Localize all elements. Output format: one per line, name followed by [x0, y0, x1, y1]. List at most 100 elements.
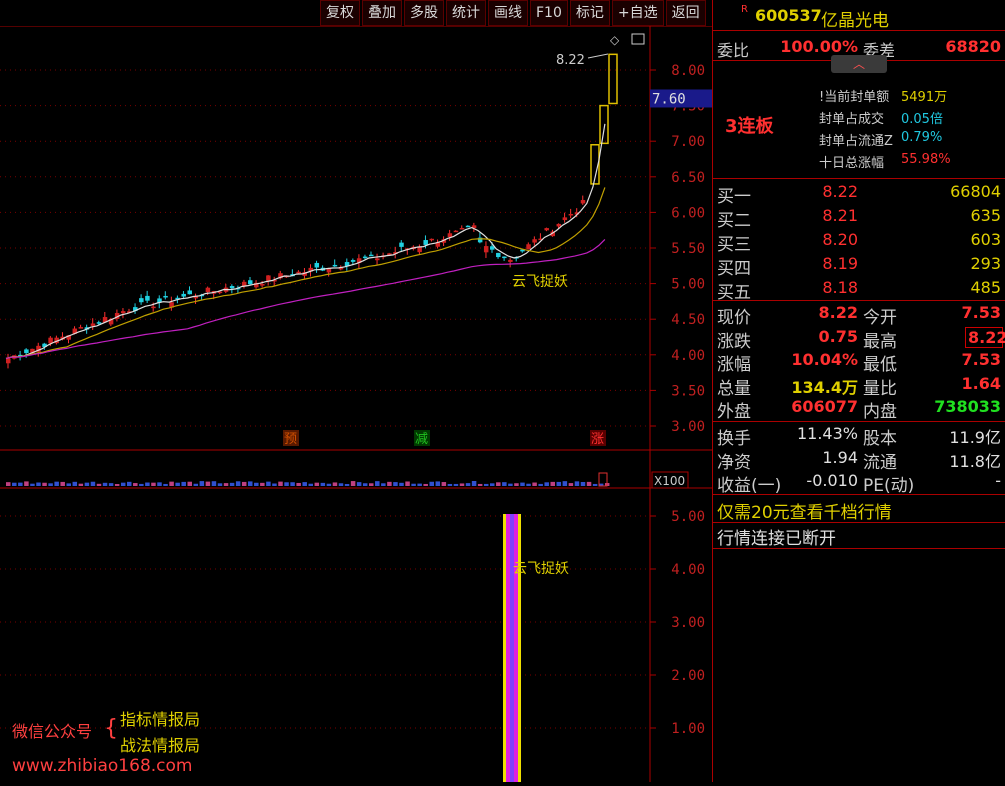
bid-label: 买一 [717, 187, 751, 207]
kline-svg[interactable]: 8.007.507.006.506.005.505.004.504.003.50… [0, 25, 712, 782]
seal-label: 封单占流通Z [819, 134, 893, 149]
candle-body [362, 256, 368, 259]
seal-value: 5491万 [901, 90, 948, 105]
price-axis-label: 8.00 [671, 63, 705, 79]
volume-bar [205, 481, 211, 486]
volume-bar [399, 482, 404, 486]
ma-line-short [5, 123, 606, 359]
candle-body [483, 246, 489, 253]
connection-status: 行情连接已断开 [717, 529, 836, 549]
toolbar-button-6[interactable]: 标记 [569, 0, 610, 26]
candle-body [423, 240, 428, 245]
candle-body [6, 358, 11, 364]
high-annotation: 8.22 [556, 53, 585, 68]
volume-bar [417, 483, 422, 486]
event-marker: 涨 [591, 432, 604, 447]
candle-body [496, 252, 501, 258]
volume-bar [387, 481, 392, 486]
volume-bar [332, 482, 338, 486]
candle-body [502, 256, 507, 259]
volume-bar [308, 483, 313, 486]
candle-body [248, 280, 253, 285]
volume-bar [514, 483, 519, 486]
quote-label: 涨幅 [717, 355, 751, 375]
bid-volume: 635 [970, 206, 1001, 225]
volume-bar [30, 483, 35, 486]
toolbar-button-5[interactable]: F10 [530, 0, 568, 26]
price-axis-label: 3.00 [671, 419, 705, 435]
bid-volume: 603 [970, 230, 1001, 249]
volume-bar [520, 482, 525, 486]
volume-bar [272, 483, 277, 486]
diamond-icon: ◇ [610, 33, 620, 47]
volume-bar [508, 483, 513, 486]
limit-up-streak: 3连板 [725, 116, 774, 137]
toolbar-button-8[interactable]: 返回 [665, 0, 706, 26]
volume-bar [459, 483, 465, 486]
volume-bar [163, 483, 168, 486]
high-pointer [587, 53, 609, 59]
quote-value: 1.64 [961, 373, 1001, 393]
candle-body [562, 217, 568, 221]
volume-bar [96, 483, 102, 486]
candle-body [459, 227, 465, 230]
fund-value: 11.9亿 [949, 428, 1001, 447]
price-axis-label: 4.00 [671, 348, 705, 364]
volume-bar [586, 481, 592, 486]
volume-bar [296, 482, 301, 486]
volume-bar [229, 482, 235, 486]
seal-label: 封单占成交 [819, 112, 885, 127]
watermark-line2: 战法情报局 [120, 736, 201, 755]
volume-bar [411, 483, 416, 486]
volume-bar [84, 482, 90, 486]
collapse-toggle-button[interactable]: ︿ [831, 55, 887, 73]
bid-volume: 485 [970, 278, 1001, 297]
signal-column-stripe [510, 514, 514, 782]
volume-bar [592, 483, 598, 486]
toolbar-button-1[interactable]: 叠加 [362, 0, 402, 26]
volume-bar [24, 481, 29, 486]
quote-value: 7.53 [961, 350, 1001, 369]
toolbar-button-4[interactable]: 画线 [488, 0, 528, 26]
kline-chart[interactable]: 8.007.507.006.506.005.505.004.504.003.50… [0, 25, 712, 782]
volume-bar [12, 482, 17, 486]
bid-price: 8.22 [822, 182, 858, 201]
price-axis-label: 7.00 [671, 134, 705, 150]
candle-body [526, 244, 531, 250]
quote-value: 8.22 [965, 326, 1005, 348]
volume-bar [199, 481, 205, 486]
candle-body [229, 286, 235, 289]
promo-link[interactable]: 仅需20元查看千档行情 [717, 498, 892, 523]
candle-body [96, 322, 102, 324]
toolbar-button-2[interactable]: 多股 [404, 0, 444, 26]
volume-bar [54, 481, 59, 486]
volume-bar [42, 482, 47, 486]
volume-bar [453, 483, 459, 486]
toolbar-button-3[interactable]: 统计 [446, 0, 486, 26]
volume-bar [544, 482, 549, 486]
volume-bar [381, 483, 386, 486]
toolbar-button-0[interactable]: 复权 [320, 0, 360, 26]
quote-label: 外盘 [717, 402, 751, 422]
volume-bar [127, 481, 132, 486]
toolbar-button-7[interactable]: +自选 [611, 0, 664, 26]
candle-body [544, 228, 549, 231]
volume-bar [477, 483, 483, 486]
candle-body [151, 306, 156, 309]
chevron-up-icon: ︿ [852, 57, 865, 71]
ratio-value: 100.00% [780, 37, 858, 56]
volume-bar [326, 483, 332, 486]
signal-column-stripe [506, 514, 510, 782]
candle-body [568, 213, 574, 216]
volume-bar [108, 483, 114, 486]
volume-bar [66, 483, 71, 486]
volume-bar [217, 483, 223, 486]
volume-bar [369, 483, 374, 486]
candle-body [453, 230, 459, 233]
volume-bar [344, 483, 350, 486]
current-price-text: 7.60 [652, 91, 686, 107]
candle-body [532, 239, 537, 243]
volume-bar [350, 481, 356, 486]
candle-body [465, 225, 471, 228]
volume-bar [502, 482, 507, 486]
